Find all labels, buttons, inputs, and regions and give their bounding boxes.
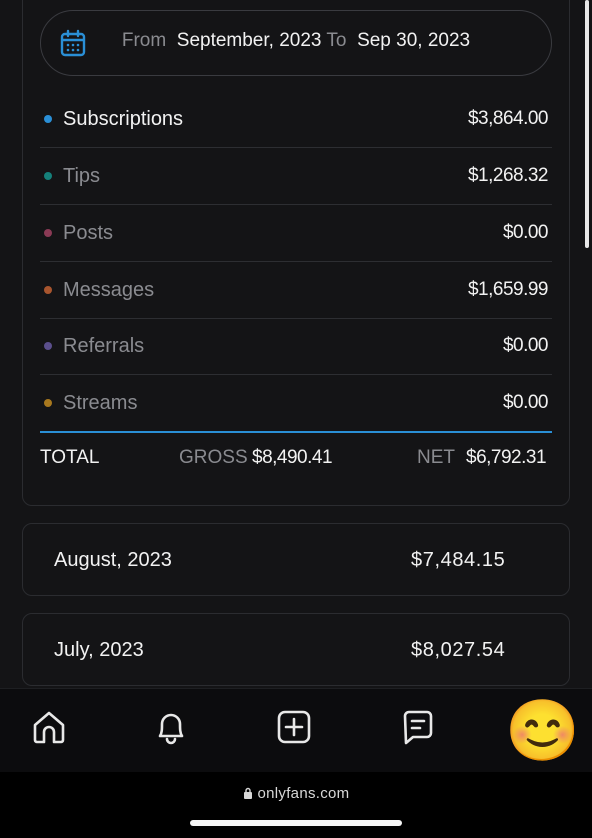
to-label: To: [326, 30, 347, 51]
scrollbar[interactable]: [585, 0, 589, 248]
category-row-posts[interactable]: Posts $0.00: [40, 205, 552, 262]
series-dot: [44, 342, 52, 350]
month-value: $7,484.15: [411, 549, 506, 571]
from-label: From: [121, 30, 167, 51]
category-row-referrals[interactable]: Referrals $0.00: [40, 318, 552, 375]
category-amount: $1,659.99: [467, 279, 549, 300]
month-value: $8,027.54: [411, 639, 506, 661]
series-dot: [44, 115, 52, 123]
category-label: Subscriptions: [63, 108, 184, 130]
month-card-august[interactable]: August, 2023 $7,484.15: [22, 523, 570, 596]
date-range-text: From September, 2023 To Sep 30, 2023: [41, 30, 551, 52]
net-value: $6,792.31: [466, 447, 547, 468]
messages-icon[interactable]: [398, 707, 438, 747]
date-range-picker[interactable]: From September, 2023 To Sep 30, 2023: [40, 10, 552, 76]
url-display[interactable]: onlyfans.com: [0, 785, 592, 802]
to-value: Sep 30, 2023: [357, 30, 471, 51]
category-amount: $0.00: [502, 392, 549, 413]
month-card-july[interactable]: July, 2023 $8,027.54: [22, 613, 570, 686]
category-amount: $3,864.00: [467, 108, 549, 129]
total-label: TOTAL: [40, 447, 100, 468]
home-icon[interactable]: [29, 707, 69, 747]
from-value: September, 2023: [176, 30, 322, 51]
month-label: July, 2023: [54, 639, 144, 661]
total-divider: [40, 431, 552, 433]
lock-icon: [243, 787, 252, 799]
gross-label: GROSS: [179, 447, 248, 468]
category-amount: $1,268.32: [467, 165, 549, 186]
category-row-subscriptions[interactable]: Subscriptions $3,864.00: [40, 91, 552, 148]
url-text: onlyfans.com: [257, 785, 350, 802]
category-row-tips[interactable]: Tips $1,268.32: [40, 148, 552, 205]
category-label: Referrals: [63, 335, 145, 357]
avatar[interactable]: 😊: [505, 698, 580, 764]
totals-row: TOTAL GROSS $8,490.41 NET $6,792.31: [40, 447, 552, 473]
bell-icon[interactable]: [151, 707, 191, 747]
category-row-messages[interactable]: Messages $1,659.99: [40, 262, 552, 319]
category-row-streams[interactable]: Streams $0.00: [40, 375, 552, 432]
series-dot: [44, 286, 52, 294]
net-label: NET: [417, 447, 455, 468]
category-amount: $0.00: [502, 222, 549, 243]
browser-address-bar: onlyfans.com: [0, 772, 592, 838]
series-dot: [44, 229, 52, 237]
add-post-icon[interactable]: [274, 707, 314, 747]
category-label: Tips: [63, 165, 101, 187]
statements-page: From September, 2023 To Sep 30, 2023 Sub…: [0, 0, 592, 688]
month-label: August, 2023: [54, 549, 172, 571]
series-dot: [44, 172, 52, 180]
category-label: Streams: [63, 392, 138, 414]
category-label: Messages: [63, 279, 155, 301]
home-indicator[interactable]: [190, 820, 402, 826]
category-label: Posts: [63, 222, 114, 244]
bottom-tab-bar: [0, 688, 592, 772]
gross-value: $8,490.41: [252, 447, 333, 468]
series-dot: [44, 399, 52, 407]
category-amount: $0.00: [502, 335, 549, 356]
